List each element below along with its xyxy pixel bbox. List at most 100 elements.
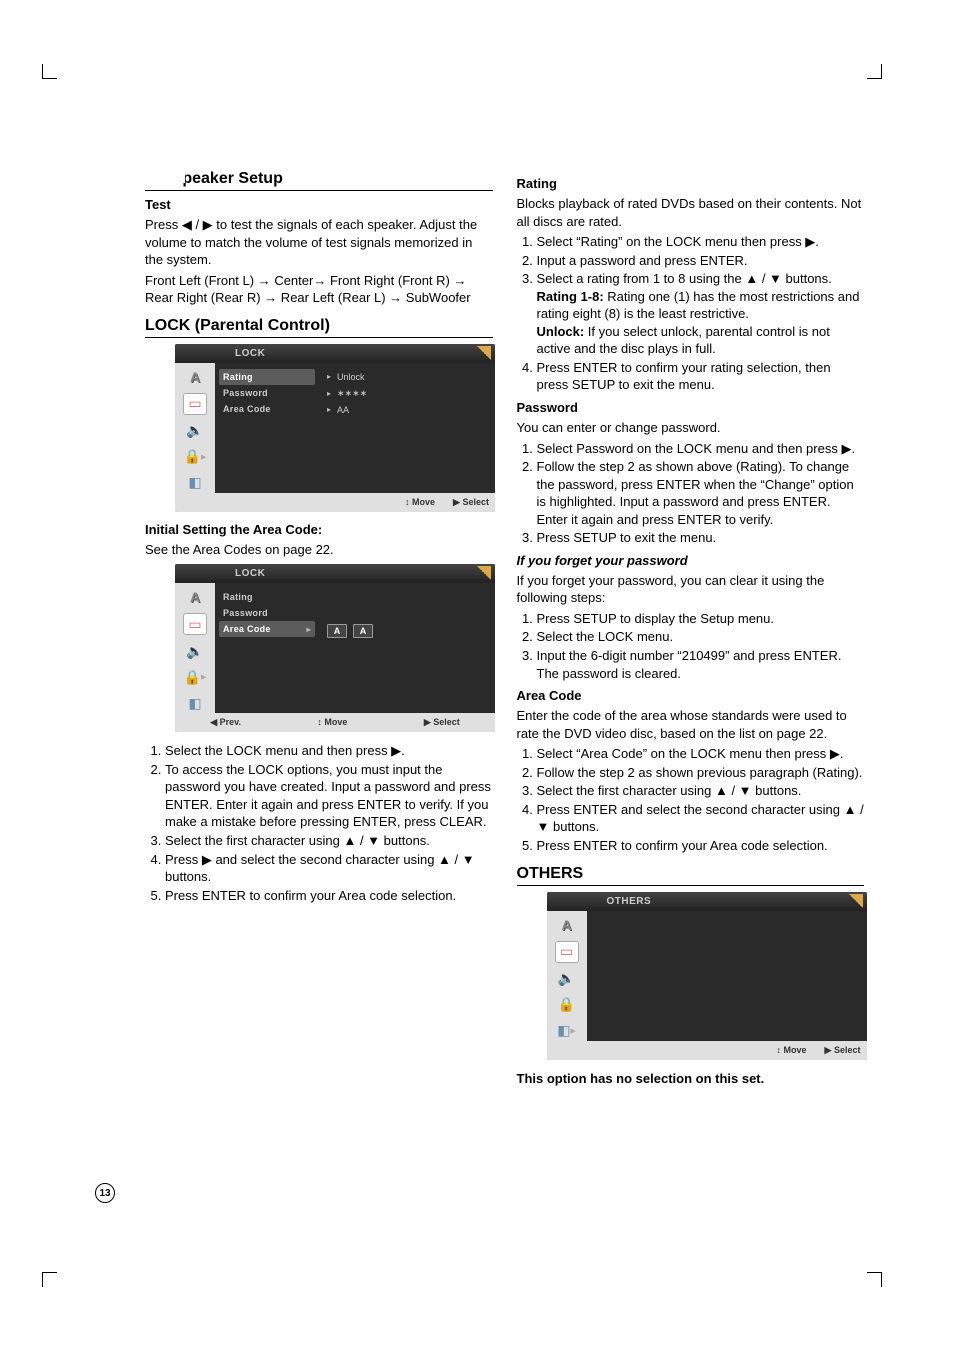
area-step-2: To access the LOCK options, you must inp… <box>165 761 493 831</box>
osd-values: ▸Unlock ▸∗∗∗∗ ▸AA <box>319 363 495 493</box>
osd-menu-rating: Rating <box>219 369 315 385</box>
left-column: 5.1 Speaker Setup Test Press ◀ / ▶ to te… <box>145 170 493 1090</box>
heading-others: OTHERS <box>517 865 865 886</box>
osd-val-password: ▸∗∗∗∗ <box>323 385 491 402</box>
forget-step-3: Input the 6-digit number “210499” and pr… <box>537 647 865 682</box>
language-icon: A <box>184 367 206 387</box>
osd-footer-select: ▶ Select <box>453 497 489 508</box>
osd-footer-move: ↕ Move <box>317 717 347 728</box>
heading-lock: LOCK (Parental Control) <box>145 317 493 338</box>
osd-menu-rating: Rating <box>219 589 315 605</box>
subheading-area-code: Area Code <box>517 688 865 703</box>
osd-footer-select: ▶ Select <box>825 1045 861 1056</box>
rating-steps: Select “Rating” on the LOCK menu then pr… <box>517 233 865 394</box>
subheading-forget-password: If you forget your password <box>517 553 865 568</box>
osd-others: OTHERS A ▭ 🔈 🔒 ◧▶ ↕ Move ▶ Select <box>547 892 867 1060</box>
lock-icon: 🔒▶ <box>184 447 206 467</box>
osd-menu-area: Area Code▸ <box>219 621 315 637</box>
area-char-1: A <box>327 624 347 638</box>
osd-menu-password: Password <box>219 605 315 621</box>
display-icon: ▭ <box>183 393 207 415</box>
osd-menu-area: Area Code <box>219 401 315 417</box>
crop-mark <box>42 64 57 79</box>
area-step-5: Press ENTER to confirm your Area code se… <box>165 887 493 905</box>
forget-step-1: Press SETUP to display the Setup menu. <box>537 610 865 628</box>
osd-footer-move: ↕ Move <box>777 1045 807 1056</box>
osd-footer: ◀ Prev. ↕ Move ▶ Select <box>175 713 495 732</box>
margin-block <box>0 115 185 183</box>
osd-footer-prev: ◀ Prev. <box>210 717 241 728</box>
osd-accent-icon <box>477 566 491 580</box>
rating-paragraph: Blocks playback of rated DVDs based on t… <box>517 195 865 230</box>
heading-speaker-setup: 5.1 Speaker Setup <box>145 170 493 191</box>
password-paragraph: You can enter or change password. <box>517 419 865 437</box>
area-step-1: Select “Area Code” on the LOCK menu then… <box>537 745 865 763</box>
others-icon: ◧ <box>184 693 206 713</box>
lock-icon: 🔒▶ <box>184 667 206 687</box>
rating-step-4: Press ENTER to confirm your rating selec… <box>537 359 865 394</box>
audio-icon: 🔈 <box>184 421 206 441</box>
osd-title: LOCK <box>175 344 495 363</box>
lock-icon: 🔒 <box>556 995 578 1015</box>
forget-step-2: Select the LOCK menu. <box>537 628 865 646</box>
osd-area-boxes: A A <box>323 621 491 641</box>
right-column: Rating Blocks playback of rated DVDs bas… <box>517 170 865 1090</box>
osd-menu-list: Rating Password Area Code▸ <box>215 583 319 713</box>
test-paragraph-1: Press ◀ / ▶ to test the signals of each … <box>145 216 493 269</box>
area-step-1: Select the LOCK menu and then press ▶. <box>165 742 493 760</box>
osd-empty-menu <box>587 911 691 1041</box>
osd-accent-icon <box>477 346 491 360</box>
rating-1-8-label: Rating 1-8: <box>537 289 604 304</box>
subheading-password: Password <box>517 400 865 415</box>
page-number: 13 <box>95 1183 115 1203</box>
area-setting-steps: Select the LOCK menu and then press ▶. T… <box>145 742 493 904</box>
osd-footer-select: ▶ Select <box>424 717 460 728</box>
area-code-steps: Select “Area Code” on the LOCK menu then… <box>517 745 865 854</box>
area-step-4: Press ▶ and select the second character … <box>165 851 493 886</box>
rating-step-3a: Select a rating from 1 to 8 using the ▲ … <box>537 271 832 286</box>
unlock-label: Unlock: <box>537 324 585 339</box>
others-icon: ◧ <box>184 473 206 493</box>
crop-mark <box>867 1272 882 1287</box>
osd-sidebar-icons: A ▭ 🔈 🔒▶ ◧ <box>175 363 215 493</box>
area-char-2: A <box>353 624 373 638</box>
initial-area-paragraph: See the Area Codes on page 22. <box>145 541 493 559</box>
osd-val-password-text: ∗∗∗∗ <box>337 388 367 399</box>
osd-menu-password: Password <box>219 385 315 401</box>
password-step-1: Select Password on the LOCK menu and the… <box>537 440 865 458</box>
display-icon: ▭ <box>183 613 207 635</box>
osd-sidebar-icons: A ▭ 🔈 🔒 ◧▶ <box>547 911 587 1041</box>
others-icon: ◧▶ <box>556 1021 578 1041</box>
audio-icon: 🔈 <box>184 641 206 661</box>
forget-steps: Press SETUP to display the Setup menu. S… <box>517 610 865 682</box>
osd-menu-area-label: Area Code <box>223 624 271 634</box>
subheading-test: Test <box>145 197 493 212</box>
test-paragraph-2: Front Left (Front L) → Center→ Front Rig… <box>145 272 493 307</box>
osd-menu-list: Rating Password Area Code <box>215 363 319 493</box>
area-step-2: Follow the step 2 as shown previous para… <box>537 764 865 782</box>
password-step-3: Press SETUP to exit the menu. <box>537 529 865 547</box>
osd-accent-icon <box>849 894 863 908</box>
password-step-2: Follow the step 2 as shown above (Rating… <box>537 458 865 528</box>
osd-title: OTHERS <box>547 892 867 911</box>
language-icon: A <box>184 587 206 607</box>
rating-step-3: Select a rating from 1 to 8 using the ▲ … <box>537 270 865 358</box>
subheading-initial-area: Initial Setting the Area Code: <box>145 522 493 537</box>
others-note: This option has no selection on this set… <box>517 1070 865 1088</box>
area-step-4: Press ENTER and select the second charac… <box>537 801 865 836</box>
osd-lock-area-code: LOCK A ▭ 🔈 🔒▶ ◧ Rating Password Area Cod… <box>175 564 495 732</box>
osd-lock-main: LOCK A ▭ 🔈 🔒▶ ◧ Rating Password Area Cod… <box>175 344 495 512</box>
osd-val-area: ▸AA <box>323 402 491 418</box>
language-icon: A <box>556 915 578 935</box>
osd-footer-move: ↕ Move <box>405 497 435 508</box>
area-step-5: Press ENTER to confirm your Area code se… <box>537 837 865 855</box>
osd-val-rating-text: Unlock <box>337 372 365 382</box>
display-icon: ▭ <box>555 941 579 963</box>
rating-step-2: Input a password and press ENTER. <box>537 252 865 270</box>
subheading-rating: Rating <box>517 176 865 191</box>
area-code-paragraph: Enter the code of the area whose standar… <box>517 707 865 742</box>
osd-title: LOCK <box>175 564 495 583</box>
password-steps: Select Password on the LOCK menu and the… <box>517 440 865 547</box>
osd-footer: ↕ Move ▶ Select <box>547 1041 867 1060</box>
osd-val-rating: ▸Unlock <box>323 369 491 385</box>
